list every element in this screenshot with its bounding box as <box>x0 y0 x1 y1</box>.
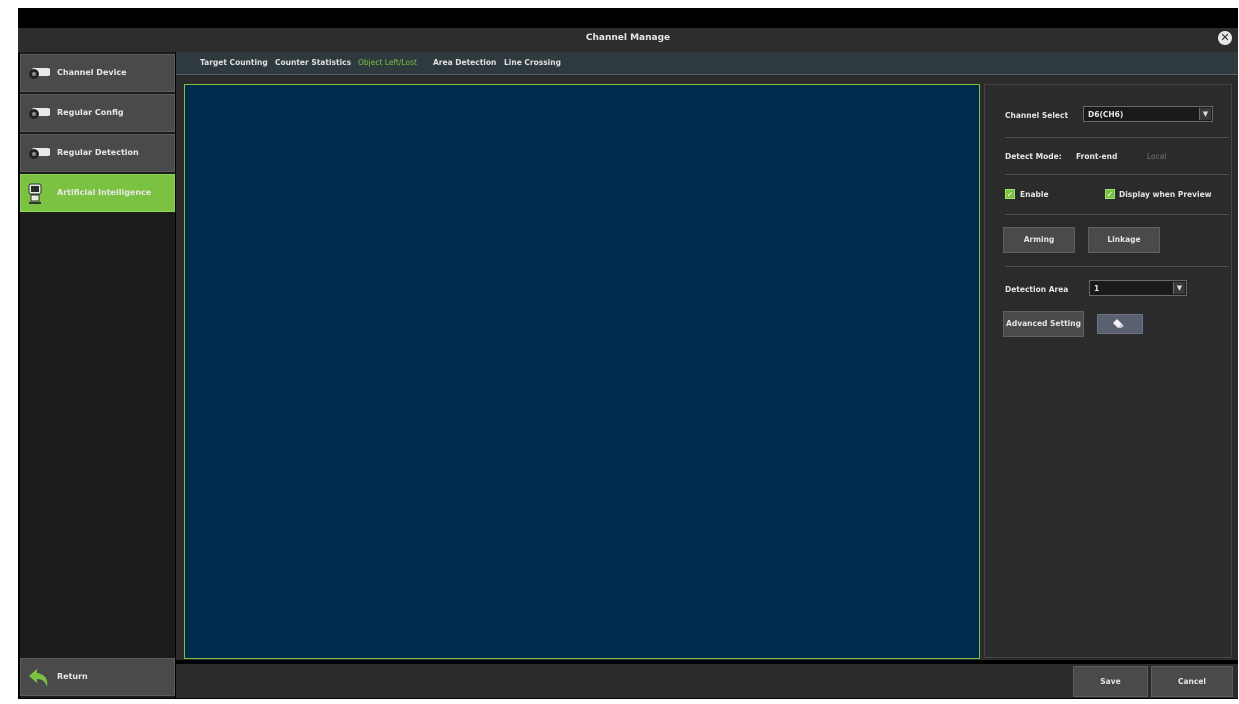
sidebar-item-channel-device[interactable]: Channel Device <box>20 54 175 92</box>
linkage-button[interactable]: Linkage <box>1088 227 1160 253</box>
tab-bar: Target Counting Counter Statistics Objec… <box>176 52 1238 75</box>
settings-panel: Channel Select D6(CH6) ▼ Detect Mode: Fr… <box>984 84 1232 658</box>
detect-mode-local[interactable]: Local <box>1147 152 1166 161</box>
eraser-button[interactable] <box>1097 314 1143 334</box>
detect-mode-front-end[interactable]: Front-end <box>1076 152 1117 161</box>
title-bar: Channel Manage ✕ <box>18 28 1238 53</box>
divider <box>1005 174 1229 175</box>
sidebar-item-label: Artificial Intelligence <box>57 188 152 197</box>
divider <box>1005 214 1229 215</box>
save-button[interactable]: Save <box>1073 666 1148 697</box>
window-title: Channel Manage <box>585 33 671 43</box>
detection-area-value: 1 <box>1094 284 1100 293</box>
tab-counter-statistics[interactable]: Counter Statistics <box>275 58 351 67</box>
display-preview-checkbox[interactable]: ✓ <box>1105 189 1115 199</box>
chevron-down-icon: ▼ <box>1199 108 1211 120</box>
return-label: Return <box>57 672 88 681</box>
camera-icon <box>29 148 50 159</box>
tab-line-crossing[interactable]: Line Crossing <box>504 58 561 67</box>
sidebar-item-label: Regular Config <box>57 108 124 117</box>
channel-select-label: Channel Select <box>1005 111 1069 120</box>
cancel-button[interactable]: Cancel <box>1151 666 1233 697</box>
detection-area-label: Detection Area <box>1005 285 1069 294</box>
return-arrow-icon <box>29 669 48 687</box>
sidebar-item-regular-detection[interactable]: Regular Detection <box>20 134 175 172</box>
sidebar: Channel Device Regular Config Regular De… <box>20 52 175 698</box>
camera-icon <box>29 68 50 79</box>
camera-icon <box>29 108 50 119</box>
eraser-icon <box>1113 319 1124 328</box>
divider <box>1005 137 1229 138</box>
detect-mode-label: Detect Mode: <box>1005 152 1062 161</box>
detection-area-select[interactable]: 1 ▼ <box>1089 280 1187 296</box>
sidebar-item-label: Regular Detection <box>57 148 139 157</box>
arming-button[interactable]: Arming <box>1003 227 1075 253</box>
app-window: Channel Manage ✕ Channel Device Regular … <box>18 8 1238 699</box>
sidebar-item-regular-config[interactable]: Regular Config <box>20 94 175 132</box>
advanced-setting-button[interactable]: Advanced Setting <box>1003 311 1084 337</box>
enable-label: Enable <box>1020 190 1049 199</box>
display-preview-label: Display when Preview <box>1119 190 1212 199</box>
channel-select[interactable]: D6(CH6) ▼ <box>1083 106 1213 122</box>
video-preview[interactable] <box>184 84 980 659</box>
sidebar-item-label: Channel Device <box>57 68 127 77</box>
enable-checkbox[interactable]: ✓ <box>1005 189 1015 199</box>
ai-robot-icon <box>28 183 42 204</box>
return-button[interactable]: Return <box>20 658 175 696</box>
divider <box>1005 266 1229 267</box>
tab-object-left-lost[interactable]: Object Left/Lost <box>358 58 417 67</box>
close-icon[interactable]: ✕ <box>1218 31 1232 45</box>
tab-area-detection[interactable]: Area Detection <box>433 58 496 67</box>
chevron-down-icon: ▼ <box>1173 282 1185 294</box>
channel-select-value: D6(CH6) <box>1088 110 1124 119</box>
sidebar-item-artificial-intelligence[interactable]: Artificial Intelligence <box>20 174 175 212</box>
tab-target-counting[interactable]: Target Counting <box>200 58 268 67</box>
